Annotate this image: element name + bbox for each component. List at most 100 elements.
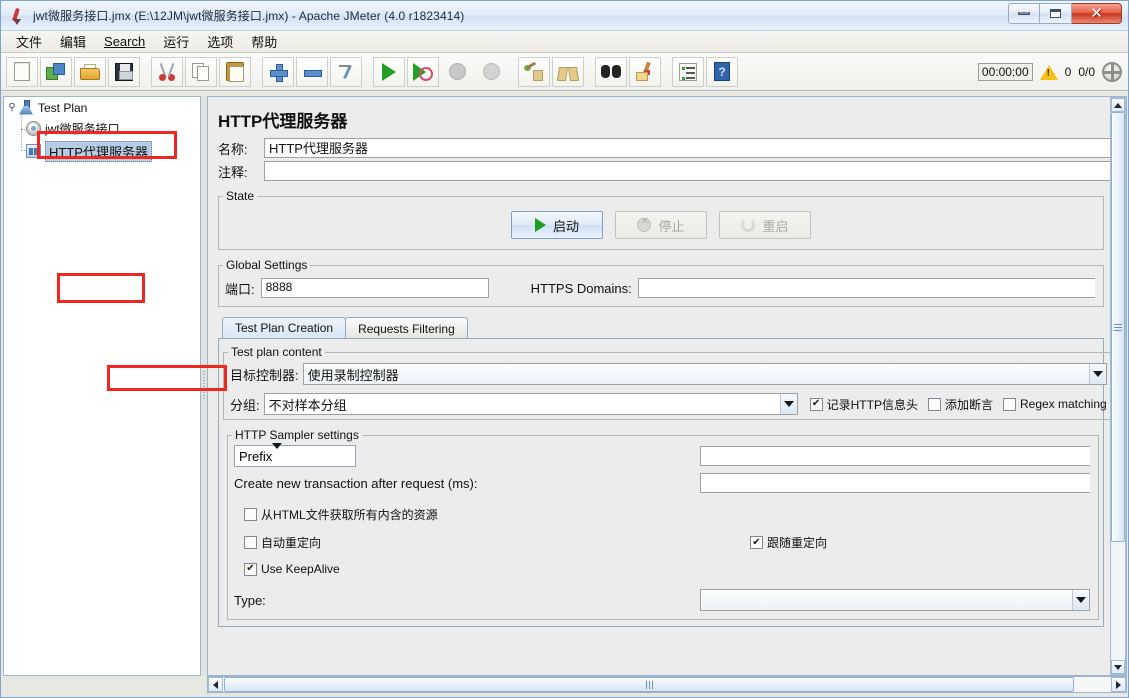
regex-matching-checkbox[interactable]: Regex matching — [1002, 397, 1107, 411]
global-settings-row: 端口: 8888 HTTPS Domains: — [219, 272, 1103, 306]
tree-node-label: HTTP代理服务器 — [45, 140, 152, 162]
auto-redirect-checkbox[interactable]: 自动重定向 — [244, 534, 321, 551]
templates-icon — [46, 62, 66, 81]
scroll-left-button[interactable] — [208, 677, 223, 692]
cut-button[interactable] — [151, 56, 183, 87]
transaction-label: Create new transaction after request (ms… — [234, 475, 478, 491]
templates-button[interactable] — [40, 56, 72, 87]
http-sampler-settings-group: HTTP Sampler settings Prefix Create new … — [227, 428, 1099, 620]
start-proxy-button[interactable]: 启动 — [511, 211, 603, 239]
shutdown-button — [475, 57, 507, 87]
scroll-right-button[interactable] — [1111, 677, 1126, 692]
checkbox-icon — [750, 536, 763, 549]
expand-button[interactable] — [262, 56, 294, 87]
active-threads-count: 0/0 — [1078, 65, 1095, 79]
grouping-label: 分组: — [230, 397, 260, 413]
tab-requests-filtering[interactable]: Requests Filtering — [345, 317, 468, 339]
checkbox-icon — [244, 562, 257, 576]
clear-all-button[interactable] — [552, 56, 584, 87]
retrieve-embedded-label: 从HTML文件获取所有内含的资源 — [261, 508, 438, 522]
content-vertical-scrollbar[interactable] — [1110, 97, 1126, 675]
tree-expand-handle[interactable]: ⚲ — [6, 102, 18, 113]
scroll-up-button[interactable] — [1111, 98, 1125, 112]
tab-test-plan-creation[interactable]: Test Plan Creation — [222, 317, 347, 339]
scroll-grip — [1114, 326, 1122, 328]
chevron-down-icon[interactable] — [1088, 364, 1106, 384]
save-button[interactable] — [108, 56, 140, 87]
port-input[interactable]: 8888 — [260, 278, 489, 298]
menu-help[interactable]: 帮助 — [242, 30, 286, 53]
comment-input[interactable] — [264, 161, 1110, 181]
warning-triangle-icon[interactable] — [1039, 64, 1058, 80]
stop-icon — [637, 216, 652, 232]
name-input[interactable]: HTTP代理服务器 — [264, 138, 1110, 158]
vertical-scroll-track[interactable] — [1111, 112, 1125, 660]
scroll-down-button[interactable] — [1111, 660, 1125, 674]
copy-button[interactable] — [185, 56, 217, 87]
checkbox-icon — [809, 397, 823, 411]
tree-node-thread-group[interactable]: jwt微服务接口 — [4, 118, 200, 139]
keepalive-checkbox[interactable]: Use KeepAlive — [244, 562, 340, 576]
toolbar-group-run — [372, 56, 508, 87]
stop-button — [441, 57, 473, 87]
collapse-button[interactable] — [296, 56, 328, 87]
start-play-icon — [378, 61, 400, 83]
grouping-combo[interactable]: 不对样本分组 — [263, 393, 798, 415]
retrieve-embedded-checkbox[interactable]: 从HTML文件获取所有内含的资源 — [244, 506, 438, 523]
test-plan-content-group: Test plan content 目标控制器: 使用录制控制器 分组: 不对样… — [223, 345, 1114, 420]
search-reset-button[interactable] — [629, 56, 661, 87]
test-plan-tree[interactable]: ⚲ Test Plan jwt微服务接口 HTTP代理服务器 — [3, 96, 201, 676]
horizontal-scroll-track[interactable] — [223, 677, 1111, 692]
transaction-input[interactable] — [700, 473, 1090, 493]
target-controller-label: 目标控制器: — [230, 367, 299, 383]
paste-button[interactable] — [219, 56, 251, 87]
naming-mode-combo[interactable]: Prefix — [234, 442, 356, 467]
minimize-button[interactable] — [1008, 3, 1040, 24]
clear-button[interactable] — [518, 56, 550, 87]
https-domains-input[interactable] — [637, 278, 1095, 298]
tree-node-test-plan[interactable]: ⚲ Test Plan — [4, 97, 200, 118]
menu-options[interactable]: 选项 — [198, 30, 242, 53]
search-button[interactable] — [595, 56, 627, 87]
menu-file[interactable]: 文件 — [7, 30, 51, 53]
follow-redirect-checkbox[interactable]: 跟随重定向 — [750, 534, 1090, 551]
menu-run[interactable]: 运行 — [154, 30, 198, 53]
paste-clipboard-icon — [226, 62, 244, 82]
target-controller-row: 目标控制器: 使用录制控制器 — [224, 359, 1113, 389]
chevron-down-icon[interactable] — [779, 394, 797, 414]
close-button[interactable]: ✕ — [1072, 3, 1122, 24]
toggle-button[interactable] — [330, 56, 362, 87]
chevron-down-icon[interactable] — [272, 442, 283, 464]
help-button[interactable]: ? — [706, 56, 738, 87]
checkbox-icon — [244, 536, 257, 549]
http-proxy-server-panel: HTTP代理服务器 名称: HTTP代理服务器 注释: State 启动 ✕ 停… — [207, 96, 1127, 676]
capture-headers-checkbox[interactable]: 记录HTTP信息头 — [809, 396, 918, 413]
maximize-button[interactable] — [1040, 3, 1072, 24]
copy-icon — [192, 62, 210, 81]
new-button[interactable] — [6, 56, 38, 87]
vertical-scroll-thumb[interactable] — [1111, 112, 1125, 542]
type-row: Type: — [228, 579, 1098, 619]
tree-node-label: jwt微服务接口 — [45, 122, 120, 136]
state-legend: State — [226, 189, 255, 203]
scroll-grip — [648, 680, 650, 689]
open-button[interactable] — [74, 56, 106, 87]
tree-node-http-proxy-server[interactable]: HTTP代理服务器 — [4, 139, 200, 163]
comment-field-row: 注释: — [208, 161, 1110, 181]
start-no-pauses-button[interactable] — [407, 56, 439, 87]
toolbar-group-tree — [261, 56, 363, 87]
target-controller-combo[interactable]: 使用录制控制器 — [302, 363, 1107, 385]
function-helper-button[interactable] — [672, 56, 704, 87]
restart-icon — [741, 218, 756, 232]
type-combo[interactable] — [700, 589, 1090, 611]
tree-node-label: Test Plan — [38, 100, 88, 115]
toolbar-group-clear — [517, 56, 585, 87]
content-horizontal-scrollbar[interactable] — [207, 676, 1127, 693]
horizontal-scroll-thumb[interactable] — [224, 677, 1074, 692]
menu-search[interactable]: Search — [95, 32, 154, 51]
menu-edit[interactable]: 编辑 — [51, 30, 95, 53]
chevron-down-icon[interactable] — [1072, 590, 1089, 610]
naming-value-input[interactable] — [700, 446, 1090, 466]
add-assertions-checkbox[interactable]: 添加断言 — [927, 396, 993, 413]
start-button[interactable] — [373, 56, 405, 87]
